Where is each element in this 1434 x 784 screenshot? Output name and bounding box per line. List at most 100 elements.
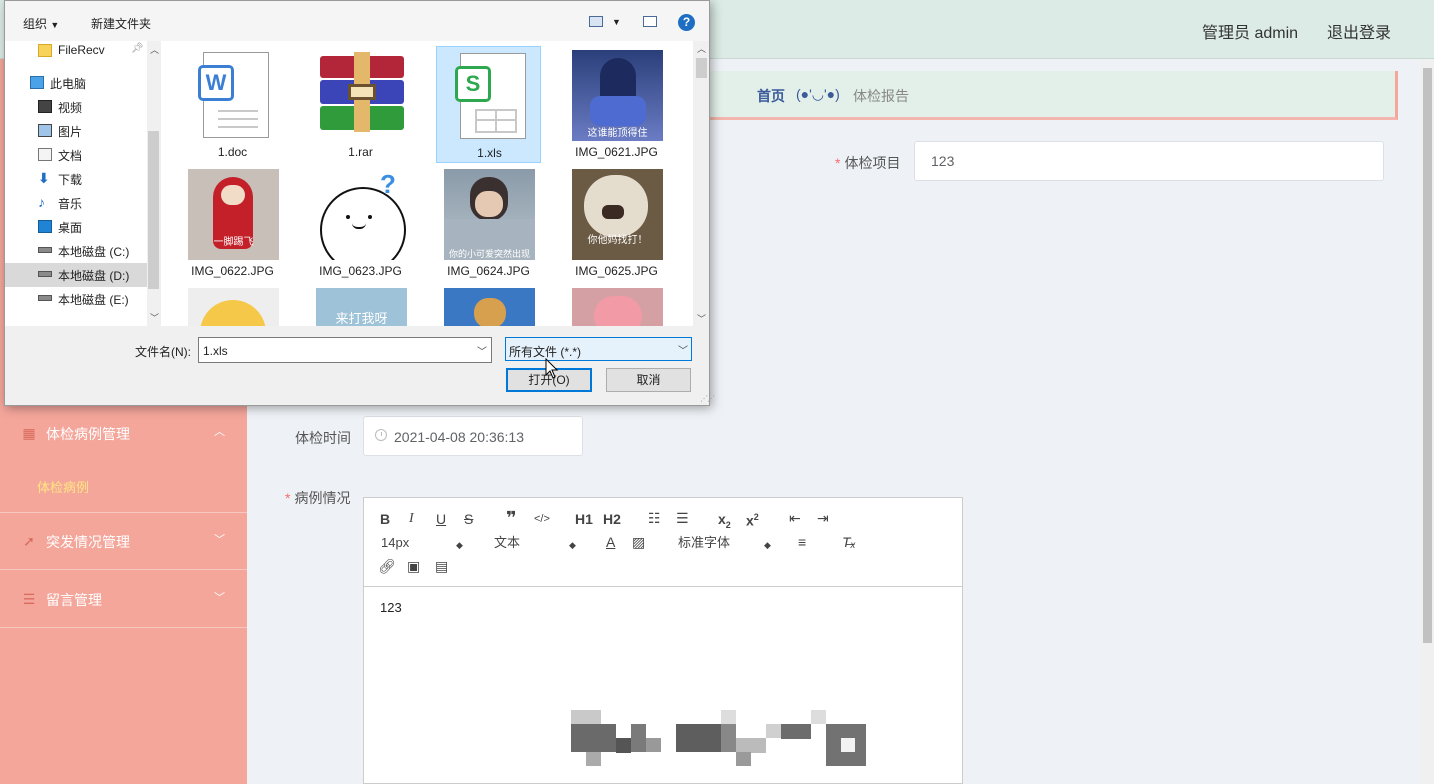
- organize-menu[interactable]: 组织 ▼: [23, 15, 59, 32]
- editor-content[interactable]: 123: [380, 600, 402, 615]
- file-item-rar[interactable]: 1.rar: [308, 46, 413, 163]
- xls-file-icon: S: [445, 51, 536, 142]
- nav-item-this-pc[interactable]: 此电脑: [5, 71, 147, 95]
- outdent-icon[interactable]: ⇤: [789, 510, 801, 526]
- doc-file-icon: W: [188, 50, 279, 141]
- breadcrumb-current: 体检报告: [853, 88, 909, 104]
- navigation-pane: FileRecv 📌︎ 此电脑 视频 图片 文档 ⬇ 下载 ♪ 音乐 桌面 本地…: [5, 41, 160, 326]
- nav-item-drive-c[interactable]: 本地磁盘 (C:): [5, 239, 147, 263]
- scroll-up-icon[interactable]: ︿: [150, 43, 159, 56]
- sidebar-group-label: 留言管理: [46, 592, 102, 608]
- admin-user-label[interactable]: 管理员 admin: [1202, 19, 1298, 43]
- sidebar-group-emergency[interactable]: ➚ 突发情况管理 ﹀: [0, 513, 247, 570]
- chevron-down-icon[interactable]: ﹀: [477, 343, 487, 358]
- bullet-list-icon[interactable]: ☰: [676, 510, 689, 526]
- clear-format-icon[interactable]: T̶ₓ: [842, 534, 856, 550]
- file-item-doc[interactable]: W 1.doc: [180, 46, 285, 163]
- nav-item-drive-d[interactable]: 本地磁盘 (D:): [5, 263, 147, 287]
- underline-button[interactable]: U: [436, 511, 446, 527]
- align-icon[interactable]: ≡: [798, 534, 806, 550]
- sidebar-group-case-management[interactable]: ▦ 体检病例管理 ︿: [0, 405, 247, 462]
- background-color-icon[interactable]: ▨: [632, 534, 645, 550]
- files-scrollbar-thumb[interactable]: [696, 58, 707, 78]
- file-item-row3-1[interactable]: [180, 284, 285, 326]
- strike-button[interactable]: S: [464, 511, 473, 527]
- subscript-button[interactable]: x2: [718, 511, 731, 533]
- chevron-down-icon: ﹀: [214, 592, 225, 604]
- indent-icon[interactable]: ⇥: [817, 510, 829, 526]
- dialog-command-bar: 组织 ▼ 新建文件夹 ▼ ?: [5, 1, 709, 41]
- nav-item-drive-e[interactable]: 本地磁盘 (E:): [5, 287, 147, 311]
- image-thumbnail: 你的小可爱突然出现: [444, 169, 535, 260]
- image-thumbnail: 你他妈找打！: [572, 169, 663, 260]
- cancel-button[interactable]: 取消: [606, 368, 691, 392]
- drive-icon: [38, 295, 52, 301]
- required-mark: *: [285, 490, 291, 506]
- page-scrollbar[interactable]: [1421, 60, 1434, 784]
- resize-grip[interactable]: ⋰⋰: [700, 394, 715, 403]
- page-scrollbar-thumb[interactable]: [1423, 68, 1432, 643]
- text-style-select[interactable]: 文本 ◆: [494, 535, 576, 551]
- breadcrumb-home[interactable]: 首页: [757, 86, 785, 106]
- nav-scrollbar[interactable]: ︿ ﹀: [147, 41, 160, 326]
- video-icon[interactable]: ▤: [435, 558, 448, 574]
- scroll-down-icon[interactable]: ﹀: [697, 312, 706, 325]
- file-item-img0624[interactable]: 你的小可爱突然出现 IMG_0624.JPG: [436, 165, 541, 282]
- file-item-img0625[interactable]: 你他妈找打！ IMG_0625.JPG: [564, 165, 669, 282]
- file-item-xls[interactable]: S 1.xls: [436, 46, 541, 163]
- files-scrollbar[interactable]: ︿ ﹀: [693, 41, 709, 326]
- nav-item-pictures[interactable]: 图片: [5, 119, 147, 143]
- scroll-up-icon[interactable]: ︿: [697, 42, 706, 55]
- view-mode-icon[interactable]: [589, 16, 603, 27]
- nav-item-downloads[interactable]: ⬇ 下载: [5, 167, 147, 191]
- file-item-row3-2[interactable]: 来打我呀: [308, 284, 413, 326]
- code-button[interactable]: </>: [534, 511, 550, 527]
- file-item-img0621[interactable]: 这谁能顶得住 IMG_0621.JPG: [564, 46, 669, 163]
- view-dropdown-icon[interactable]: ▼: [612, 17, 621, 27]
- folder-icon: [38, 44, 52, 57]
- image-thumbnail: [444, 288, 535, 326]
- ordered-list-icon[interactable]: ☷: [648, 510, 661, 526]
- mouse-cursor: [545, 358, 559, 379]
- time-value: 2021-04-08 20:36:13: [394, 429, 524, 445]
- nav-scrollbar-thumb[interactable]: [148, 131, 159, 289]
- nav-item-videos[interactable]: 视频: [5, 95, 147, 119]
- preview-pane-icon[interactable]: [643, 16, 657, 27]
- nav-item-music[interactable]: ♪ 音乐: [5, 191, 147, 215]
- nav-item-documents[interactable]: 文档: [5, 143, 147, 167]
- filename-label: 文件名(N):: [135, 345, 191, 359]
- text-color-icon[interactable]: A: [606, 534, 615, 550]
- nav-item-filerecv[interactable]: FileRecv 📌︎: [5, 39, 147, 63]
- bold-button[interactable]: B: [380, 511, 390, 527]
- font-family-select[interactable]: 标准字体 ◆: [678, 535, 771, 551]
- file-item-img0623[interactable]: ? IMG_0623.JPG: [308, 165, 413, 282]
- file-type-select[interactable]: 所有文件 (*.*) ﹀: [505, 337, 692, 361]
- chevron-down-icon: ﹀: [678, 346, 688, 357]
- item-label: * 体检项目: [835, 155, 901, 171]
- filename-input[interactable]: 1.xls ﹀: [198, 337, 492, 363]
- link-icon[interactable]: 🔗︎: [378, 558, 396, 574]
- file-item-img0622[interactable]: 一脚踢飞 IMG_0622.JPG: [180, 165, 285, 282]
- nav-item-desktop[interactable]: 桌面: [5, 215, 147, 239]
- sidebar-item-case[interactable]: 体检病例: [0, 457, 247, 513]
- help-icon[interactable]: ?: [678, 14, 695, 31]
- scroll-down-icon[interactable]: ﹀: [150, 311, 159, 324]
- file-item-row3-3[interactable]: [436, 284, 541, 326]
- superscript-button[interactable]: x2: [746, 509, 759, 529]
- item-input[interactable]: 123: [914, 141, 1384, 181]
- file-list: W 1.doc 1.rar S 1.xls 这谁能顶得住 IMG_0621.JP…: [161, 41, 709, 326]
- h2-button[interactable]: H2: [603, 511, 621, 527]
- time-date-picker[interactable]: 2021-04-08 20:36:13: [363, 416, 583, 456]
- music-icon: ♪: [38, 194, 45, 210]
- italic-button[interactable]: I: [409, 511, 414, 527]
- blockquote-button[interactable]: ❞: [506, 509, 517, 527]
- sidebar-group-messages[interactable]: ☰ 留言管理 ﹀: [0, 571, 247, 628]
- file-item-row3-4[interactable]: [564, 284, 669, 326]
- clock-icon: [375, 429, 387, 441]
- logout-link[interactable]: 退出登录: [1327, 19, 1391, 43]
- new-folder-button[interactable]: 新建文件夹: [91, 15, 151, 32]
- image-icon[interactable]: ▣: [407, 558, 420, 574]
- h1-button[interactable]: H1: [575, 511, 593, 527]
- file-open-dialog: 组织 ▼ 新建文件夹 ▼ ? FileRecv 📌︎ 此电脑 视频 图片 文档: [4, 0, 715, 406]
- font-size-select[interactable]: 14px ◆: [381, 535, 463, 551]
